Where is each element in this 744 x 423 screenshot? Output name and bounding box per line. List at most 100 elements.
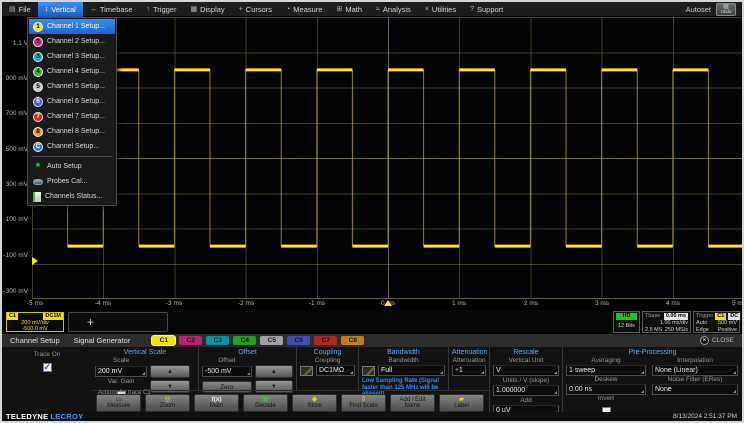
display-icon: ▦ <box>190 5 197 13</box>
menu-utilities[interactable]: ×Utilities <box>418 2 463 17</box>
bandwidth-header: Bandwidth <box>362 349 445 356</box>
menu-support[interactable]: ?Support <box>463 2 510 17</box>
timebase-icon: ↔ <box>90 6 97 13</box>
interpolation-field[interactable]: None (Linear) <box>652 365 738 376</box>
menu-timebase[interactable]: ↔Timebase <box>83 2 140 17</box>
menu-separator <box>32 156 112 157</box>
trigger-slope: Positive <box>718 327 737 334</box>
label-button-label: Label <box>454 403 469 410</box>
deskew-field[interactable]: 0.00 ns <box>566 384 646 395</box>
menu-analysis-label: Analysis <box>383 5 411 14</box>
y-axis-label: 100 mV <box>2 216 30 223</box>
c1-offset-marker[interactable] <box>32 257 38 265</box>
deskew-label: Deskew <box>566 376 646 384</box>
menu-item-channel-setup[interactable]: CChannel Setup... <box>29 139 115 154</box>
units-per-v-field[interactable]: 1.000000 <box>493 385 559 396</box>
find-scale-button[interactable]: ⇕Find Scale <box>341 394 386 412</box>
y-axis-label: -300 mV <box>2 288 30 295</box>
menu-item-channel-3-setup[interactable]: 3Channel 3 Setup... <box>29 49 115 64</box>
menu-display[interactable]: ▦Display <box>183 2 231 17</box>
menu-analysis[interactable]: ≈Analysis <box>369 2 418 17</box>
vertical-unit-field[interactable]: V <box>493 365 559 376</box>
offset-header: Offset <box>202 349 293 356</box>
decode-button[interactable]: ▣Decode <box>243 394 288 412</box>
scale-field[interactable]: 200 mV <box>95 366 147 377</box>
attenuation-field[interactable]: ÷1 <box>452 365 486 376</box>
trigger-source-chip: C1 <box>715 313 726 320</box>
menu-item-label: Channel 1 Setup... <box>47 23 105 30</box>
menu-math-label: Math <box>345 5 362 14</box>
menu-math[interactable]: ⊞Math <box>329 2 369 17</box>
label-button[interactable]: ▰Label <box>439 394 484 412</box>
menu-item-channel-6-setup[interactable]: 6 Channel 6 Setup... <box>29 94 115 109</box>
vertical-icon: ↕ <box>45 6 49 13</box>
status-bar: TELEDYNELECROY 8/13/2024 2:51:37 PM <box>2 412 742 421</box>
channel-chip-c7[interactable]: C7 <box>314 336 337 345</box>
channel-chip-c1[interactable]: C1 <box>152 336 175 345</box>
add-trace-box[interactable]: + <box>68 312 168 332</box>
bandwidth-field[interactable]: Full <box>378 365 445 376</box>
trigger-descriptor[interactable]: TriggerC1DC Auto500 mV EdgePositive <box>693 311 740 333</box>
menu-item-channel-1-setup[interactable]: 1 Channel 1 Setup... <box>29 19 115 34</box>
channels-status-icon <box>33 192 41 202</box>
menu-item-label: Channel 6 Setup... <box>47 98 105 105</box>
menu-measure[interactable]: ◔Measure <box>279 2 329 17</box>
channel-chip-c2[interactable]: C2 <box>179 336 202 345</box>
menu-file[interactable]: ▤File <box>2 2 38 17</box>
close-label: Close <box>712 337 734 344</box>
x-axis-label: 2 ms <box>524 300 538 307</box>
channel-1-icon: 1 <box>33 22 43 32</box>
channel-chip-c6[interactable]: C6 <box>287 336 310 345</box>
auto-setup-icon <box>33 163 43 171</box>
zoom-button[interactable]: ◎Zoom <box>145 394 190 412</box>
add-trace-icon: + <box>87 316 94 328</box>
tab-channel-setup[interactable]: Channel Setup <box>10 336 60 345</box>
menu-item-channel-7-setup[interactable]: 7Channel 7 Setup... <box>29 109 115 124</box>
hd-mode-descriptor[interactable]: HD 12 Bits <box>613 311 640 333</box>
noise-filter-field[interactable]: None <box>652 384 738 395</box>
trigger-position-marker[interactable] <box>384 300 392 306</box>
store-button-label: Store <box>307 403 321 410</box>
channel-chip-c3[interactable]: C3 <box>206 336 229 345</box>
find-scale-button-icon: ⇕ <box>361 396 367 403</box>
channel-chip-c4[interactable]: C4 <box>233 336 256 345</box>
math-button[interactable]: f(x)Math <box>194 394 239 412</box>
add-edit-name-button[interactable]: Add / Edit Name <box>390 394 435 412</box>
menu-item-channel-2-setup[interactable]: 2Channel 2 Setup... <box>29 34 115 49</box>
c1-trace-descriptor[interactable]: C1 DC1M 200 mV/div -500.0 mV <box>6 312 64 332</box>
channel-6-icon: 6 <box>33 97 43 107</box>
offset-up-button[interactable]: ▲ <box>255 365 293 378</box>
scale-up-button[interactable]: ▲ <box>150 365 190 378</box>
interpolation-label: Interpolation <box>652 357 738 365</box>
menu-cursors-label: Cursors <box>246 5 272 14</box>
channel-4-icon: 4 <box>33 67 43 77</box>
coupling-field[interactable]: DC1MΩ <box>316 365 355 376</box>
menu-item-channels-status[interactable]: Channels Status... <box>29 189 115 204</box>
timebase-descriptor[interactable]: Tbase0.00 ms 1.00 ms/div 2.5 MS250 MS/s <box>642 311 691 333</box>
store-button[interactable]: ◆Store <box>292 394 337 412</box>
averaging-field[interactable]: 1 sweep <box>566 365 646 376</box>
measure-button[interactable]: ▭Measure <box>96 394 141 412</box>
menu-item-auto-setup[interactable]: Auto Setup <box>29 159 115 174</box>
timebase-label: Tbase <box>645 313 660 320</box>
cursors-icon: + <box>239 6 243 13</box>
menu-cursors[interactable]: +Cursors <box>232 2 279 17</box>
menu-item-label: Channel Setup... <box>47 143 99 150</box>
trace-on-checkbox[interactable] <box>43 363 52 372</box>
menu-item-channel-4-setup[interactable]: 4 Channel 4 Setup... <box>29 64 115 79</box>
channel-chip-row: C1 C2 C3 C4 C5 C6 C7 C8 <box>152 336 364 345</box>
close-panel-button[interactable]: ×Close <box>700 336 734 345</box>
menu-item-channel-8-setup[interactable]: 8Channel 8 Setup... <box>29 124 115 139</box>
undo-autoset-button[interactable]: ▦Undo <box>716 3 736 16</box>
menu-trigger[interactable]: ↑Trigger <box>139 2 183 17</box>
channel-chip-c5[interactable]: C5 <box>260 336 283 345</box>
menu-item-channel-5-setup[interactable]: 5Channel 5 Setup... <box>29 79 115 94</box>
menu-item-probes-cal[interactable]: Probes Cal... <box>29 174 115 189</box>
x-axis-label: 5 ms <box>732 300 742 307</box>
descriptor-row: C1 DC1M 200 mV/div -500.0 mV + HD 12 Bit… <box>2 310 742 334</box>
menu-item-label: Channel 4 Setup... <box>47 68 105 75</box>
menu-vertical[interactable]: ↕Vertical <box>38 2 83 17</box>
offset-field[interactable]: -500 mV <box>202 366 252 377</box>
channel-chip-c8[interactable]: C8 <box>341 336 364 345</box>
tab-signal-generator[interactable]: Signal Generator <box>74 336 131 345</box>
